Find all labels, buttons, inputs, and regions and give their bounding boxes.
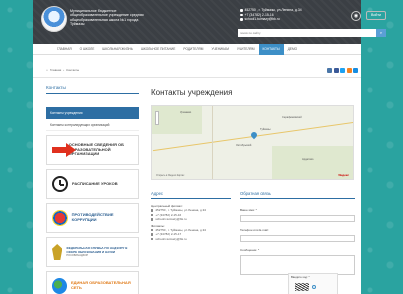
search-input[interactable] (238, 29, 376, 37)
banner-basic-info-text: ОСНОВНЫЕ СВЕДЕНИЯ ОБ ОБРАЗОВАТЕЛЬНОЙ ОРГ… (68, 141, 124, 157)
message-field[interactable] (240, 255, 355, 275)
breadcrumb-home[interactable]: Главная (50, 68, 61, 72)
nav-item-teachers[interactable]: УЧИТЕЛЯМ (233, 44, 259, 55)
nav-item-students[interactable]: УЧЕНИКАМ (207, 44, 233, 55)
site-search: ⌕ (238, 29, 386, 37)
breadcrumb-current: Контакты (66, 68, 80, 72)
yandex-map[interactable]: Уразаево Туймазы Октябрьский Серафимовск… (151, 105, 354, 180)
refresh-icon[interactable] (312, 285, 316, 289)
location-icon (151, 229, 154, 232)
nav-item-contacts[interactable]: КОНТАКТЫ (258, 43, 284, 55)
banner-anti-corruption-text: ПРОТИВОДЕЙСТВИЕ КОРРУПЦИИ (71, 212, 114, 222)
phone-icon (151, 233, 154, 236)
breadcrumb-separator: › (63, 68, 65, 72)
message-label: Сообщение: * (240, 248, 260, 252)
nav-item-about[interactable]: О ШКОЛЕ (76, 44, 99, 55)
map-town-label: Уразаево (180, 111, 192, 114)
header-email[interactable]: school1.tuimazy@bk.ru (245, 17, 280, 22)
banner-anti-corruption[interactable]: ПРОТИВОДЕЙСТВИЕ КОРРУПЦИИ (46, 203, 139, 233)
banner-rosobrnadzor[interactable]: ФЕДЕРАЛЬНАЯ СЛУЖБА ПО НАДЗОРУ В СФЕРЕ ОБ… (46, 237, 139, 267)
mail-icon (151, 218, 154, 221)
branch-email[interactable]: school1.tuimazy@bk.ru (155, 237, 186, 241)
map-road (212, 106, 213, 179)
contact-label: Телефон или E-mail: (240, 228, 269, 232)
social-share (327, 68, 358, 73)
map-town-label: Ардатово (302, 158, 314, 161)
breadcrumb: ⌂ Главная › Контакты (46, 68, 79, 72)
captcha-label: Введите код: * (291, 275, 310, 279)
sidebar-title: Контакты (46, 85, 139, 94)
map-town-label: Октябрьский (236, 144, 252, 147)
page-title: Контакты учреждения (151, 88, 233, 97)
location-icon (240, 9, 243, 12)
captcha-image (295, 283, 309, 291)
eagle-icon (52, 244, 63, 260)
nav-item-food[interactable]: ШКОЛЬНОЕ ПИТАНИЕ (137, 44, 179, 55)
map-field (152, 106, 202, 134)
location-icon (151, 209, 154, 212)
vk-icon[interactable] (327, 68, 332, 73)
search-icon[interactable]: ⌕ (376, 29, 386, 37)
nav-item-demo[interactable]: ДЕМО (284, 44, 301, 55)
home-icon[interactable]: ⌂ (46, 68, 48, 72)
phone-icon (240, 13, 243, 17)
login-button[interactable]: Войти (366, 11, 386, 20)
banner-schedule[interactable]: РАСПИСАНИЕ УРОКОВ (46, 169, 139, 199)
map-town-label: Туймазы (260, 128, 271, 131)
map-town-label: Серафимовский (282, 116, 302, 119)
feedback-title: Обратная связь (240, 191, 355, 199)
sidebar: Контакты Контакты учреждения Контакты ко… (46, 85, 139, 294)
nav-item-home[interactable]: ГЛАВНАЯ (53, 44, 76, 55)
name-label: Ваше имя: * (240, 208, 257, 212)
sidebar-item-institution-contacts[interactable]: Контакты учреждения (46, 107, 139, 119)
arrow-icon (52, 143, 76, 157)
address-title: Адрес (151, 191, 231, 199)
central-email[interactable]: school1.tuimazy@bk.ru (155, 217, 186, 221)
main-nav: ГЛАВНАЯ О ШКОЛЕ ШКОЛЬНАЯ ЖИЗНЬ ШКОЛЬНОЕ … (33, 43, 361, 55)
banner-edu-network-text: ЕДИНАЯ ОБРАЗОВАТЕЛЬНАЯ СЕТЬ (70, 280, 131, 290)
facebook-icon[interactable] (333, 68, 339, 73)
address-block: Центральный филиал: 452750 , г. Туймазы,… (151, 202, 231, 241)
accessibility-eye-icon[interactable]: ◉ (351, 11, 361, 21)
school-name: Муниципальное бюджетное общеобразователь… (70, 9, 144, 27)
map-open-link[interactable]: Открыть в Яндекс.Картах (156, 174, 184, 177)
mail-icon (240, 18, 243, 21)
banner-schedule-text: РАСПИСАНИЕ УРОКОВ (72, 180, 118, 186)
nav-item-school-life[interactable]: ШКОЛЬНАЯ ЖИЗНЬ (98, 44, 137, 55)
contact-field[interactable] (240, 235, 355, 242)
odnoklassniki-icon[interactable] (346, 68, 352, 73)
page-content: ⌂ Главная › Контакты Контакты Контакты у… (33, 55, 361, 294)
banner-basic-info[interactable]: ОСНОВНЫЕ СВЕДЕНИЯ ОБ ОБРАЗОВАТЕЛЬНОЙ ОРГ… (46, 135, 139, 165)
nav-item-parents[interactable]: РОДИТЕЛЯМ (179, 44, 207, 55)
map-zoom-control[interactable] (155, 111, 159, 125)
header-contacts: 452750 , г. Туймазы, ул.Ленина, д.34 +7 … (240, 8, 302, 22)
phone-icon (151, 213, 154, 217)
school-logo[interactable] (41, 6, 67, 32)
banner-edu-network[interactable]: ЕДИНАЯ ОБРАЗОВАТЕЛЬНАЯ СЕТЬ (46, 271, 139, 294)
site-header: Муниципальное бюджетное общеобразователь… (33, 0, 386, 44)
name-field[interactable] (240, 215, 355, 222)
mailru-icon[interactable] (353, 68, 358, 73)
clock-icon (52, 176, 68, 192)
globe-icon (52, 278, 67, 294)
banner-rosobrnadzor-sub: РОСОБРНАДЗОР (66, 254, 89, 258)
anti-corruption-icon (52, 210, 68, 226)
mail-icon (151, 237, 154, 241)
twitter-icon[interactable] (340, 68, 345, 73)
breadcrumb-row: ⌂ Главная › Контакты (33, 62, 361, 78)
yandex-logo: Яндекс (338, 173, 349, 177)
map-pin-icon[interactable] (249, 130, 259, 140)
sidebar-item-supervisors[interactable]: Контакты контролирующих организаций (46, 119, 139, 131)
